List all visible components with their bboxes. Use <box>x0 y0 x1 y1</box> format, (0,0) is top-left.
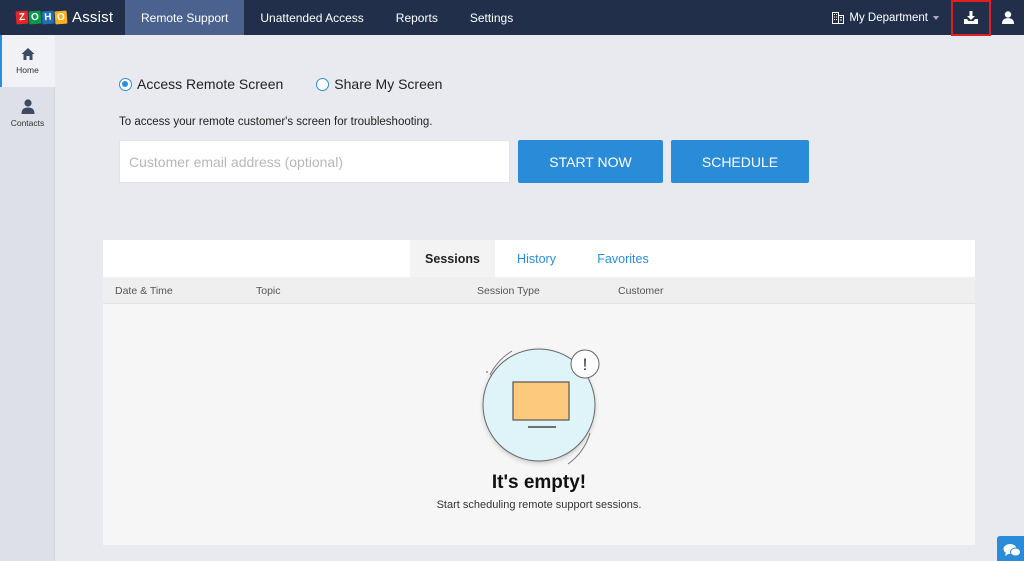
topbar-actions: My Department <box>832 0 1024 36</box>
radio-access-remote-screen[interactable]: Access Remote Screen <box>119 76 283 92</box>
download-icon <box>964 11 978 24</box>
sidebar-item-home[interactable]: Home <box>0 35 55 87</box>
column-customer[interactable]: Customer <box>618 277 664 304</box>
empty-state-title: It's empty! <box>491 472 587 493</box>
zoho-logo-mark: Z O H O <box>15 10 68 25</box>
radio-share-my-screen[interactable]: Share My Screen <box>316 76 442 92</box>
logo-letter-h: H <box>41 10 55 25</box>
left-sidebar: Home Contacts <box>0 35 55 561</box>
zoho-assist-logo[interactable]: Z O H O Assist <box>0 0 125 35</box>
schedule-button[interactable]: SCHEDULE <box>671 140 809 183</box>
user-icon <box>1001 11 1014 24</box>
tab-favorites[interactable]: Favorites <box>585 240 661 277</box>
exclamation-icon: ! <box>583 355 588 374</box>
user-profile-button[interactable] <box>991 0 1024 35</box>
contact-icon <box>21 98 34 114</box>
department-selector[interactable]: My Department <box>832 11 951 24</box>
building-icon <box>832 11 845 24</box>
department-label: My Department <box>849 11 928 24</box>
nav-settings[interactable]: Settings <box>454 0 529 35</box>
decorative-dot <box>486 371 488 373</box>
download-button[interactable] <box>951 0 991 36</box>
mode-description: To access your remote customer's screen … <box>119 116 433 128</box>
chat-button[interactable] <box>997 536 1024 561</box>
home-icon <box>21 48 34 60</box>
monitor-icon <box>512 381 570 421</box>
empty-state-subtitle: Start scheduling remote support sessions… <box>436 499 642 511</box>
product-name: Assist <box>72 9 114 26</box>
column-topic[interactable]: Topic <box>256 277 281 304</box>
sessions-table-header: Date & Time Topic Session Type Customer <box>103 277 975 304</box>
chevron-down-icon <box>933 15 939 20</box>
top-navigation-bar: Z O H O Assist Remote Support Unattended… <box>0 0 1024 36</box>
radio-indicator[interactable] <box>316 77 330 91</box>
empty-state-illustration: ! <box>482 348 600 465</box>
tab-history[interactable]: History <box>503 240 570 277</box>
start-now-button[interactable]: START NOW <box>518 140 663 183</box>
radio-label: Share My Screen <box>334 76 443 92</box>
radio-label: Access Remote Screen <box>137 76 284 92</box>
nav-unattended-access[interactable]: Unattended Access <box>244 0 379 35</box>
tab-sessions[interactable]: Sessions <box>410 240 495 277</box>
radio-indicator-checked[interactable] <box>119 77 132 91</box>
sessions-panel: Sessions History Favorites Date & Time T… <box>103 240 975 545</box>
nav-reports[interactable]: Reports <box>380 0 454 35</box>
column-session-type[interactable]: Session Type <box>477 277 540 304</box>
mode-selector: Access Remote Screen Share My Screen <box>119 76 475 92</box>
sidebar-item-contacts[interactable]: Contacts <box>0 87 55 139</box>
sidebar-item-label: Home <box>16 65 39 75</box>
sessions-tabs: Sessions History Favorites <box>103 240 975 277</box>
logo-letter-o2: O <box>54 10 68 25</box>
nav-remote-support[interactable]: Remote Support <box>125 0 245 35</box>
sidebar-item-label: Contacts <box>10 117 45 128</box>
logo-letter-o: O <box>28 10 42 25</box>
column-date-time[interactable]: Date & Time <box>115 277 173 304</box>
logo-letter-z: Z <box>15 10 29 25</box>
chat-icon <box>1003 543 1021 556</box>
customer-email-input[interactable] <box>119 140 510 183</box>
